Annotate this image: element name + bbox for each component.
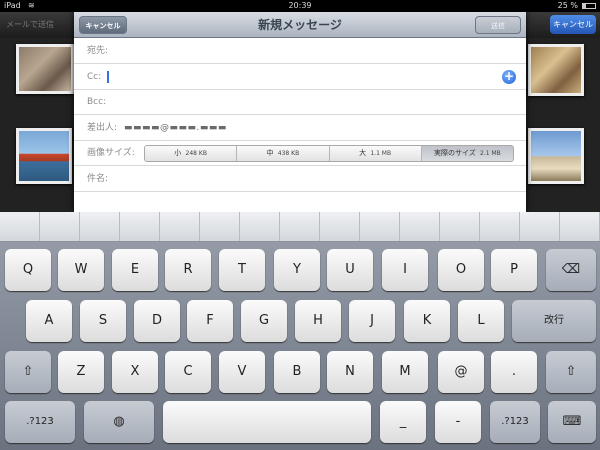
key-m[interactable]: M	[382, 351, 428, 393]
photo-thumbnail	[528, 128, 584, 184]
image-size-selector: 小 248 KB 中 438 KB 大 1.1 MB 実際のサイズ 2.1 MB	[144, 145, 514, 162]
shift-icon[interactable]: ⇧	[5, 351, 51, 393]
return-button[interactable]: 改行	[512, 300, 596, 342]
background-cancel-button: キャンセル	[550, 15, 596, 34]
key-s[interactable]: S	[80, 300, 126, 342]
from-field[interactable]: 差出人: ▬▬▬▬@▬▬▬.▬▬▬	[74, 115, 526, 141]
key-q[interactable]: Q	[5, 249, 51, 291]
text-cursor	[107, 71, 109, 83]
key-l[interactable]: L	[458, 300, 504, 342]
email-send-button: メールで送信	[6, 20, 54, 29]
add-contact-icon[interactable]: +	[502, 70, 516, 84]
to-label: 宛先:	[87, 46, 109, 56]
key-underscore[interactable]: _	[380, 401, 426, 443]
key-h[interactable]: H	[295, 300, 341, 342]
key-c[interactable]: C	[165, 351, 211, 393]
cc-label: Cc:	[87, 72, 102, 82]
shift-icon[interactable]: ⇧	[546, 351, 596, 393]
key-t[interactable]: T	[219, 249, 265, 291]
subject-label: 件名:	[87, 174, 109, 184]
compose-sheet: キャンセル 新規メッセージ 送信 宛先: Cc: + Bcc: 差出人: ▬▬▬…	[74, 12, 526, 212]
from-label: 差出人:	[87, 123, 118, 133]
image-size-large[interactable]: 大 1.1 MB	[329, 146, 422, 161]
photo-thumbnail	[528, 44, 584, 96]
key-r[interactable]: R	[165, 249, 211, 291]
photo-thumbnail	[16, 128, 72, 184]
cc-field[interactable]: Cc: +	[74, 64, 526, 90]
bcc-label: Bcc:	[87, 97, 107, 107]
key-i[interactable]: I	[382, 249, 428, 291]
image-size-medium[interactable]: 中 438 KB	[237, 146, 330, 161]
key-j[interactable]: J	[349, 300, 395, 342]
key-o[interactable]: O	[438, 249, 484, 291]
keyboard-suggestion-bar	[0, 212, 600, 242]
space-bar[interactable]	[163, 401, 371, 443]
from-address: ▬▬▬▬@▬▬▬.▬▬▬	[124, 123, 227, 133]
subject-field[interactable]: 件名:	[74, 166, 526, 192]
compose-navbar: キャンセル 新規メッセージ 送信	[74, 12, 526, 38]
globe-icon[interactable]: ◍	[84, 401, 154, 443]
key-d[interactable]: D	[134, 300, 180, 342]
backspace-icon[interactable]: ⌫	[546, 249, 596, 291]
key-e[interactable]: E	[112, 249, 158, 291]
key-dash[interactable]: -	[435, 401, 481, 443]
key-k[interactable]: K	[404, 300, 450, 342]
image-size-small[interactable]: 小 248 KB	[145, 146, 238, 161]
key-w[interactable]: W	[58, 249, 104, 291]
photo-thumbnail	[16, 44, 74, 94]
keyboard: Q W E R T Y U I O P ⌫ A S D F G H J K L …	[0, 212, 600, 450]
image-size-actual[interactable]: 実際のサイズ 2.1 MB	[421, 146, 513, 161]
key-x[interactable]: X	[112, 351, 158, 393]
key-a[interactable]: A	[26, 300, 72, 342]
to-field[interactable]: 宛先:	[74, 38, 526, 64]
key-p[interactable]: P	[491, 249, 537, 291]
clock: 20:39	[288, 1, 312, 10]
send-button[interactable]: 送信	[475, 16, 521, 34]
bcc-field[interactable]: Bcc:	[74, 89, 526, 115]
key-b[interactable]: B	[274, 351, 320, 393]
key-u[interactable]: U	[327, 249, 373, 291]
keyboard-hide-icon[interactable]: ⌨	[548, 401, 596, 443]
image-size-label: 画像サイズ:	[87, 148, 135, 158]
key-g[interactable]: G	[241, 300, 287, 342]
key-z[interactable]: Z	[58, 351, 104, 393]
status-bar: iPad ≋ 20:39 25 %	[0, 0, 600, 12]
key-at[interactable]: @	[438, 351, 484, 393]
battery-icon	[582, 3, 596, 9]
key-y[interactable]: Y	[274, 249, 320, 291]
key-f[interactable]: F	[187, 300, 233, 342]
battery-percent: 25 %	[557, 1, 578, 10]
numbers-key[interactable]: .?123	[5, 401, 75, 443]
key-period[interactable]: .	[491, 351, 537, 393]
image-size-field: 画像サイズ: 小 248 KB 中 438 KB 大 1.1 MB 実際のサイズ…	[74, 140, 526, 166]
compose-title: 新規メッセージ	[258, 18, 342, 32]
key-v[interactable]: V	[219, 351, 265, 393]
numbers-key[interactable]: .?123	[490, 401, 540, 443]
key-n[interactable]: N	[327, 351, 373, 393]
